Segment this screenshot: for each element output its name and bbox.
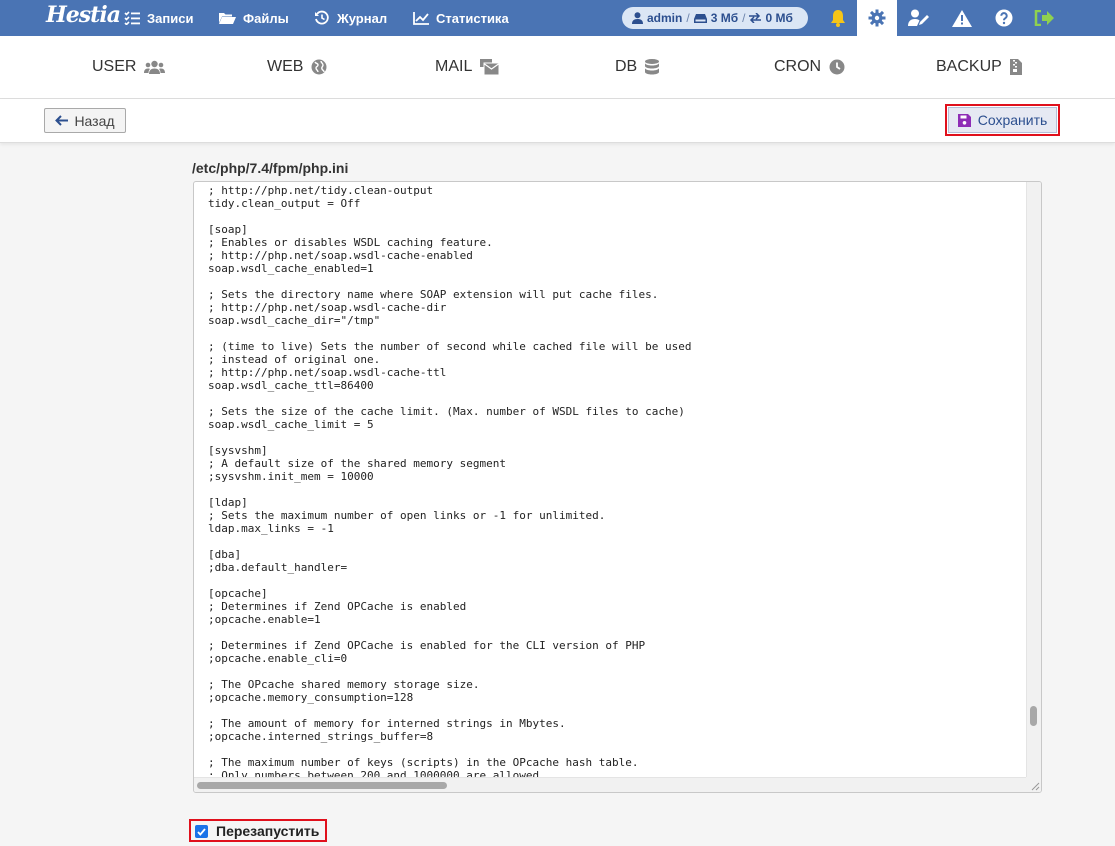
save-icon [957, 113, 971, 127]
history-icon [315, 10, 329, 25]
tab-backup[interactable]: BACKUP [936, 36, 1022, 98]
folder-open-icon [219, 13, 236, 24]
save-button[interactable]: Сохранить [948, 107, 1057, 133]
nav-stats[interactable]: Статистика [413, 0, 509, 36]
tab-user[interactable]: USER [92, 36, 166, 98]
server-settings-button[interactable] [857, 0, 897, 36]
tab-cron-label: CRON [774, 58, 822, 75]
tab-web-label: WEB [267, 58, 304, 75]
tab-backup-label: BACKUP [936, 58, 1002, 75]
warning-icon [952, 9, 972, 27]
warnings-button[interactable] [942, 0, 982, 36]
tab-db-label: DB [615, 58, 638, 75]
nav-stats-label: Статистика [436, 10, 509, 26]
config-editor[interactable]: ; http://php.net/tidy.clean-output tidy.… [193, 181, 1042, 793]
horizontal-scrollbar[interactable] [194, 777, 1028, 792]
users-icon [144, 60, 166, 74]
checkmark-icon [197, 827, 206, 836]
separator: / [686, 11, 690, 25]
user-edit-icon [908, 9, 929, 26]
tab-db[interactable]: DB [615, 36, 660, 98]
user-icon [632, 12, 643, 24]
top-bar: Hestia Записи Файлы Журнал Статистика ad… [0, 0, 1115, 36]
bell-icon [831, 10, 845, 27]
save-button-label: Сохранить [977, 112, 1048, 128]
tab-user-label: USER [92, 58, 137, 75]
exchange-icon [749, 13, 762, 23]
resize-grip-icon [1031, 782, 1040, 791]
help-button[interactable] [984, 0, 1024, 36]
file-path-label: /etc/php/7.4/fpm/php.ini [192, 160, 349, 176]
back-button[interactable]: Назад [44, 108, 126, 133]
vertical-scroll-thumb[interactable] [1030, 706, 1037, 726]
back-button-label: Назад [74, 112, 115, 129]
notifications-button[interactable] [818, 0, 858, 36]
traffic-usage: 0 Мб [765, 11, 793, 25]
arrow-left-icon [55, 115, 69, 126]
resize-handle[interactable] [1026, 777, 1041, 792]
logout-button[interactable] [1024, 0, 1064, 36]
help-icon [995, 9, 1013, 27]
vertical-scrollbar[interactable] [1026, 182, 1041, 779]
clock-icon [829, 59, 845, 75]
hestia-logo[interactable]: Hestia [46, 2, 121, 28]
globe-icon [311, 59, 327, 75]
tab-web[interactable]: WEB [267, 36, 327, 98]
tab-mail[interactable]: MAIL [435, 36, 500, 98]
nav-journal[interactable]: Журнал [314, 0, 387, 36]
list-check-icon [124, 11, 140, 25]
restart-checkbox[interactable] [195, 825, 208, 838]
config-textarea[interactable]: ; http://php.net/tidy.clean-output tidy.… [208, 184, 1018, 778]
user-info-pill[interactable]: admin / 3 Мб / 0 Мб [622, 7, 808, 29]
disk-usage: 3 Мб [710, 11, 739, 25]
chart-line-icon [413, 12, 429, 25]
mail-bulk-icon [480, 59, 500, 75]
file-archive-icon [1009, 59, 1022, 75]
tab-mail-label: MAIL [435, 58, 473, 75]
hdd-icon [693, 14, 707, 23]
username: admin [647, 11, 683, 25]
nav-records[interactable]: Записи [124, 0, 193, 36]
separator: / [742, 11, 746, 25]
tab-cron[interactable]: CRON [774, 36, 845, 98]
user-edit-button[interactable] [899, 0, 939, 36]
logout-icon [1034, 10, 1054, 26]
database-icon [645, 59, 660, 75]
nav-files-label: Файлы [243, 10, 289, 26]
section-nav: USER WEB MAIL DB CRON BACKUP [0, 36, 1115, 99]
nav-journal-label: Журнал [337, 10, 388, 26]
horizontal-scroll-thumb[interactable] [197, 782, 447, 789]
nav-records-label: Записи [147, 10, 194, 26]
action-toolbar: Назад Сохранить [0, 99, 1115, 143]
nav-files[interactable]: Файлы [218, 0, 289, 36]
gear-icon [868, 9, 886, 27]
restart-label[interactable]: Перезапустить [216, 823, 319, 839]
